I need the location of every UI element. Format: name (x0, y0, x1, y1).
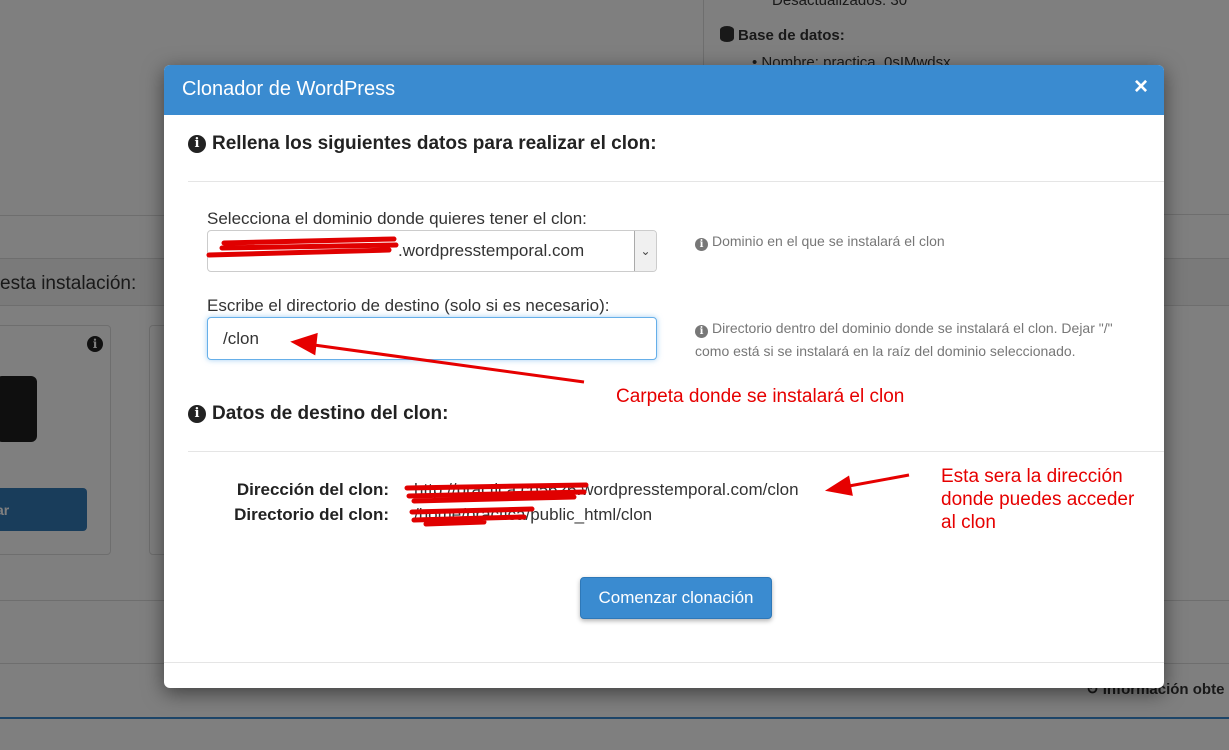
clone-directory-value: /home/practica/public_html/clon (414, 505, 653, 524)
address-annotation-line3: al clon (941, 512, 996, 533)
destination-section-title: Datos de destino del clon: (212, 403, 449, 424)
directory-help: i Directorio dentro del dominio donde se … (695, 317, 1113, 363)
domain-label: Selecciona el dominio donde quieres tene… (207, 209, 587, 228)
info-icon: i (188, 405, 206, 423)
domain-help-text: Dominio en el que se instalará el clon (712, 233, 945, 249)
form-section-title: Rellena los siguientes datos para realiz… (212, 133, 657, 154)
divider (188, 181, 1164, 182)
domain-select-value: .wordpresstemporal.com (222, 241, 584, 261)
form-section-heading: i Rellena los siguientes datos para real… (188, 133, 657, 155)
directory-help-line1: Directorio dentro del dominio donde se i… (712, 320, 1113, 336)
modal-header: Clonador de WordPress × (164, 65, 1164, 115)
directory-input[interactable] (207, 317, 657, 360)
domain-help: i Dominio en el que se instalará el clon (695, 230, 945, 253)
domain-value-text: .wordpresstemporal.com (398, 241, 585, 260)
address-annotation-line2: donde puedes acceder (941, 489, 1135, 510)
clone-address-label: Dirección del clon: (236, 480, 389, 499)
clone-modal: Clonador de WordPress × i Rellena los si… (164, 65, 1164, 688)
divider (188, 451, 1164, 452)
destination-section-heading: i Datos de destino del clon: (188, 403, 448, 425)
chevron-down-icon[interactable]: ⌄ (634, 231, 656, 271)
directory-help-line2: como está si se instalará en la raíz del… (695, 343, 1076, 359)
start-clone-button[interactable]: Comenzar clonación (580, 577, 772, 619)
domain-select[interactable]: .wordpresstemporal.com ⌄ (207, 230, 657, 272)
address-annotation-line1: Esta sera la dirección (941, 466, 1123, 487)
info-icon: i (695, 325, 708, 338)
address-annotation: Esta sera la dirección donde puedes acce… (941, 465, 1134, 534)
info-icon: i (695, 238, 708, 251)
close-icon[interactable]: × (1134, 75, 1148, 99)
directory-label: Escribe el directorio de destino (solo s… (207, 296, 610, 315)
modal-title: Clonador de WordPress (182, 78, 396, 100)
clone-directory-label: Directorio del clon: (234, 505, 389, 524)
info-icon: i (188, 135, 206, 153)
folder-annotation: Carpeta donde se instalará el clon (616, 386, 905, 407)
modal-footer-divider (164, 662, 1164, 663)
clone-address-value[interactable]: http://practica.cp5626.wordpresstemporal… (414, 480, 799, 500)
